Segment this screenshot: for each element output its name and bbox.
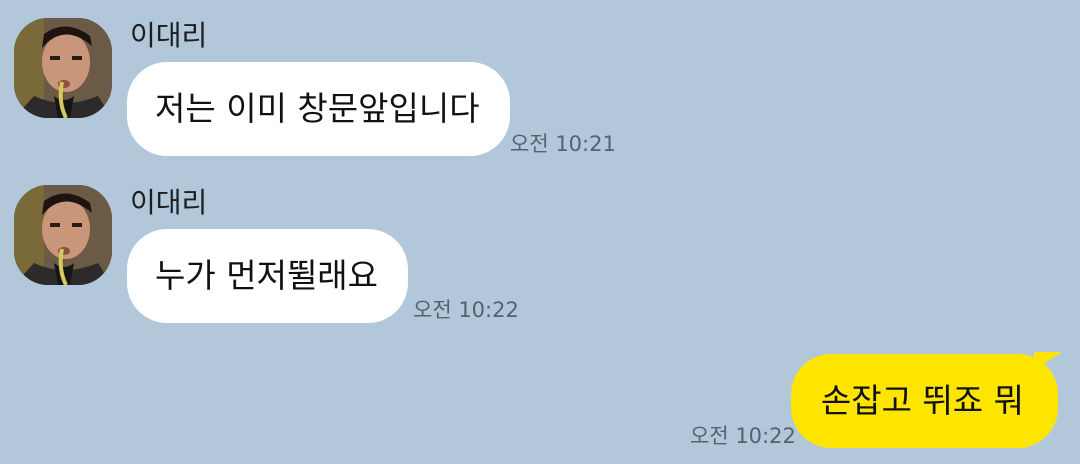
message-time: 오전 10:21 [510,132,616,156]
sender-avatar[interactable] [14,185,112,285]
message-time: 오전 10:22 [690,424,796,448]
sender-avatar[interactable] [14,18,112,118]
message-time: 오전 10:22 [413,298,519,322]
scrollbar-track[interactable] [1070,0,1080,464]
message-bubble[interactable]: 누가 먼저뛸래요 [127,229,409,323]
sender-name: 이대리 [130,19,208,52]
message-bubble-outgoing[interactable]: 손잡고 뛰죠 뭐 [790,354,1058,448]
profile-photo-icon [14,18,112,118]
sender-name: 이대리 [130,186,208,219]
message-bubble[interactable]: 저는 이미 창문앞입니다 [127,62,510,156]
profile-photo-icon [14,185,112,285]
bubble-tail [1034,352,1062,370]
